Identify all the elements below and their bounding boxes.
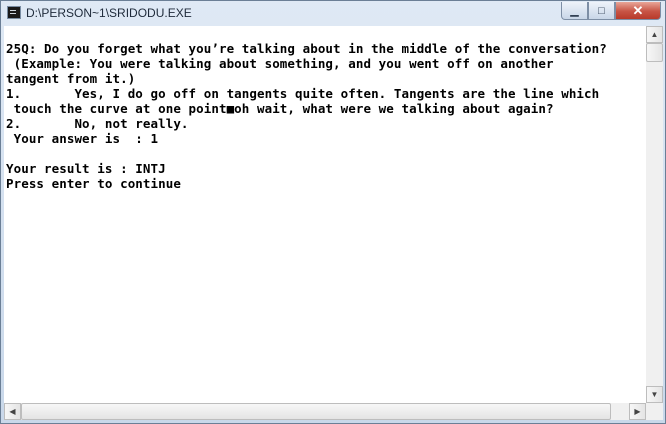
console-line: touch the curve at one point■oh wait, wh… [6, 101, 554, 116]
console-line: 25Q: Do you forget what you’re talking a… [6, 41, 607, 56]
console-window: D:\PERSON~1\SRIDODU.EXE ▁ □ ✕ 25Q: Do yo… [0, 0, 666, 424]
minimize-icon: ▁ [570, 5, 579, 17]
horizontal-scroll-thumb[interactable] [21, 403, 611, 420]
console-line: 1. Yes, I do go off on tangents quite of… [6, 86, 600, 101]
scroll-right-button[interactable]: ▶ [629, 403, 646, 420]
maximize-button[interactable]: □ [588, 2, 615, 20]
vertical-scrollbar[interactable]: ▲ ▼ [646, 26, 663, 403]
minimize-button[interactable]: ▁ [561, 2, 588, 20]
arrow-down-icon: ▼ [650, 390, 659, 399]
console-text: 25Q: Do you forget what you’re talking a… [4, 26, 646, 191]
scroll-up-button[interactable]: ▲ [646, 26, 663, 43]
arrow-up-icon: ▲ [650, 30, 659, 39]
console-line: (Example: You were talking about somethi… [6, 56, 554, 71]
arrow-right-icon: ▶ [634, 407, 641, 416]
resize-grip[interactable] [646, 403, 663, 420]
console-app-icon[interactable] [7, 6, 21, 19]
horizontal-scrollbar[interactable]: ◀ ▶ [4, 403, 646, 420]
close-button[interactable]: ✕ [615, 2, 661, 20]
console-line: tangent from it.) [6, 71, 136, 86]
scroll-down-button[interactable]: ▼ [646, 386, 663, 403]
console-line: Press enter to continue [6, 176, 181, 191]
console-line: 2. No, not really. [6, 116, 189, 131]
maximize-icon: □ [598, 4, 605, 17]
close-icon: ✕ [632, 2, 644, 18]
scroll-left-button[interactable]: ◀ [4, 403, 21, 420]
window-title: D:\PERSON~1\SRIDODU.EXE [26, 6, 192, 20]
title-bar[interactable]: D:\PERSON~1\SRIDODU.EXE ▁ □ ✕ [1, 1, 665, 25]
arrow-left-icon: ◀ [9, 407, 16, 416]
vertical-scroll-thumb[interactable] [646, 43, 663, 62]
console-line: Your answer is : 1 [6, 131, 159, 146]
console-line: Your result is : INTJ [6, 161, 166, 176]
console-output[interactable]: 25Q: Do you forget what you’re talking a… [4, 26, 646, 403]
